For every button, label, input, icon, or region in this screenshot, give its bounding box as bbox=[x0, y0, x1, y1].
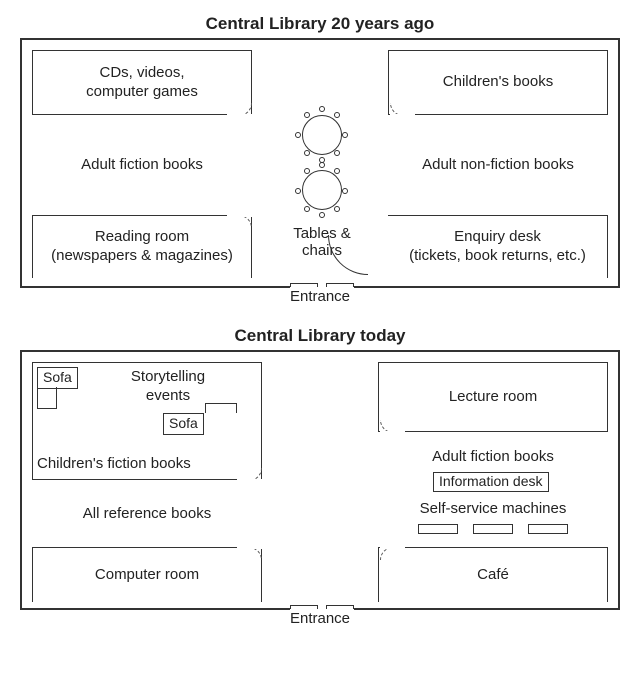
storytelling-label: Storytelling events bbox=[108, 368, 228, 406]
table-icon bbox=[302, 170, 342, 210]
room-adult-nonfiction: Adult non-fiction books bbox=[388, 118, 608, 213]
chair-icon bbox=[342, 188, 348, 194]
chair-icon bbox=[334, 150, 340, 156]
room-label: Adult fiction books bbox=[81, 156, 203, 175]
sofa-box: Sofa bbox=[37, 367, 78, 389]
chair-icon bbox=[304, 112, 310, 118]
room-label: Enquiry desk (tickets, book returns, etc… bbox=[409, 228, 586, 266]
room-label: All reference books bbox=[83, 505, 211, 524]
floorplan-past: CDs, videos, computer games Adult fictio… bbox=[20, 38, 620, 288]
chair-icon bbox=[334, 168, 340, 174]
room-enquiry-desk: Enquiry desk (tickets, book returns, etc… bbox=[388, 215, 608, 278]
room-label: Lecture room bbox=[449, 388, 537, 407]
room-label: CDs, videos, computer games bbox=[86, 64, 198, 102]
room-childrens-books: Children's books bbox=[388, 50, 608, 115]
chair-icon bbox=[342, 132, 348, 138]
childrens-fiction-label: Children's fiction books bbox=[37, 455, 257, 474]
chair-icon bbox=[319, 106, 325, 112]
entrance-label: Entrance bbox=[22, 608, 618, 627]
room-all-reference: All reference books bbox=[32, 484, 262, 544]
room-cds-videos-games: CDs, videos, computer games bbox=[32, 50, 252, 115]
room-adult-fiction: Adult fiction books bbox=[32, 118, 252, 213]
sofa-l-icon bbox=[205, 403, 237, 413]
plan1-title: Central Library 20 years ago bbox=[10, 14, 630, 34]
plan2-title: Central Library today bbox=[10, 326, 630, 346]
self-service-machine-icon bbox=[528, 524, 568, 534]
chair-icon bbox=[334, 112, 340, 118]
floorplan-today: Sofa Storytelling events Sofa Children's… bbox=[20, 350, 620, 610]
room-reading-room: Reading room (newspapers & magazines) bbox=[32, 215, 252, 278]
room-label: Reading room (newspapers & magazines) bbox=[51, 228, 233, 266]
room-computer-room: Computer room bbox=[32, 547, 262, 602]
self-service-label: Self-service machines bbox=[378, 500, 608, 519]
room-cafe: Café bbox=[378, 547, 608, 602]
sofa-l-icon bbox=[37, 387, 57, 409]
chair-icon bbox=[304, 168, 310, 174]
information-desk-box: Information desk bbox=[433, 472, 549, 492]
room-childrens-area: Sofa Storytelling events Sofa Children's… bbox=[32, 362, 262, 480]
entrance-label: Entrance bbox=[22, 286, 618, 305]
room-label: Computer room bbox=[95, 566, 199, 585]
table-icon bbox=[302, 115, 342, 155]
sofa-box: Sofa bbox=[163, 413, 204, 435]
chair-icon bbox=[334, 206, 340, 212]
room-label: Children's books bbox=[443, 73, 553, 92]
room-label: Café bbox=[477, 566, 509, 585]
chair-icon bbox=[304, 206, 310, 212]
chair-icon bbox=[319, 162, 325, 168]
chair-icon bbox=[295, 132, 301, 138]
room-lecture-room: Lecture room bbox=[378, 362, 608, 432]
room-label: Adult non-fiction books bbox=[422, 156, 574, 175]
chair-icon bbox=[319, 212, 325, 218]
self-service-machine-icon bbox=[473, 524, 513, 534]
room-adult-fiction-today: Adult fiction books Information desk Sel… bbox=[378, 434, 608, 544]
chair-icon bbox=[295, 188, 301, 194]
tables-chairs-label: Tables & chairs bbox=[277, 225, 367, 259]
adult-fiction-label: Adult fiction books bbox=[378, 448, 608, 467]
self-service-machine-icon bbox=[418, 524, 458, 534]
chair-icon bbox=[304, 150, 310, 156]
